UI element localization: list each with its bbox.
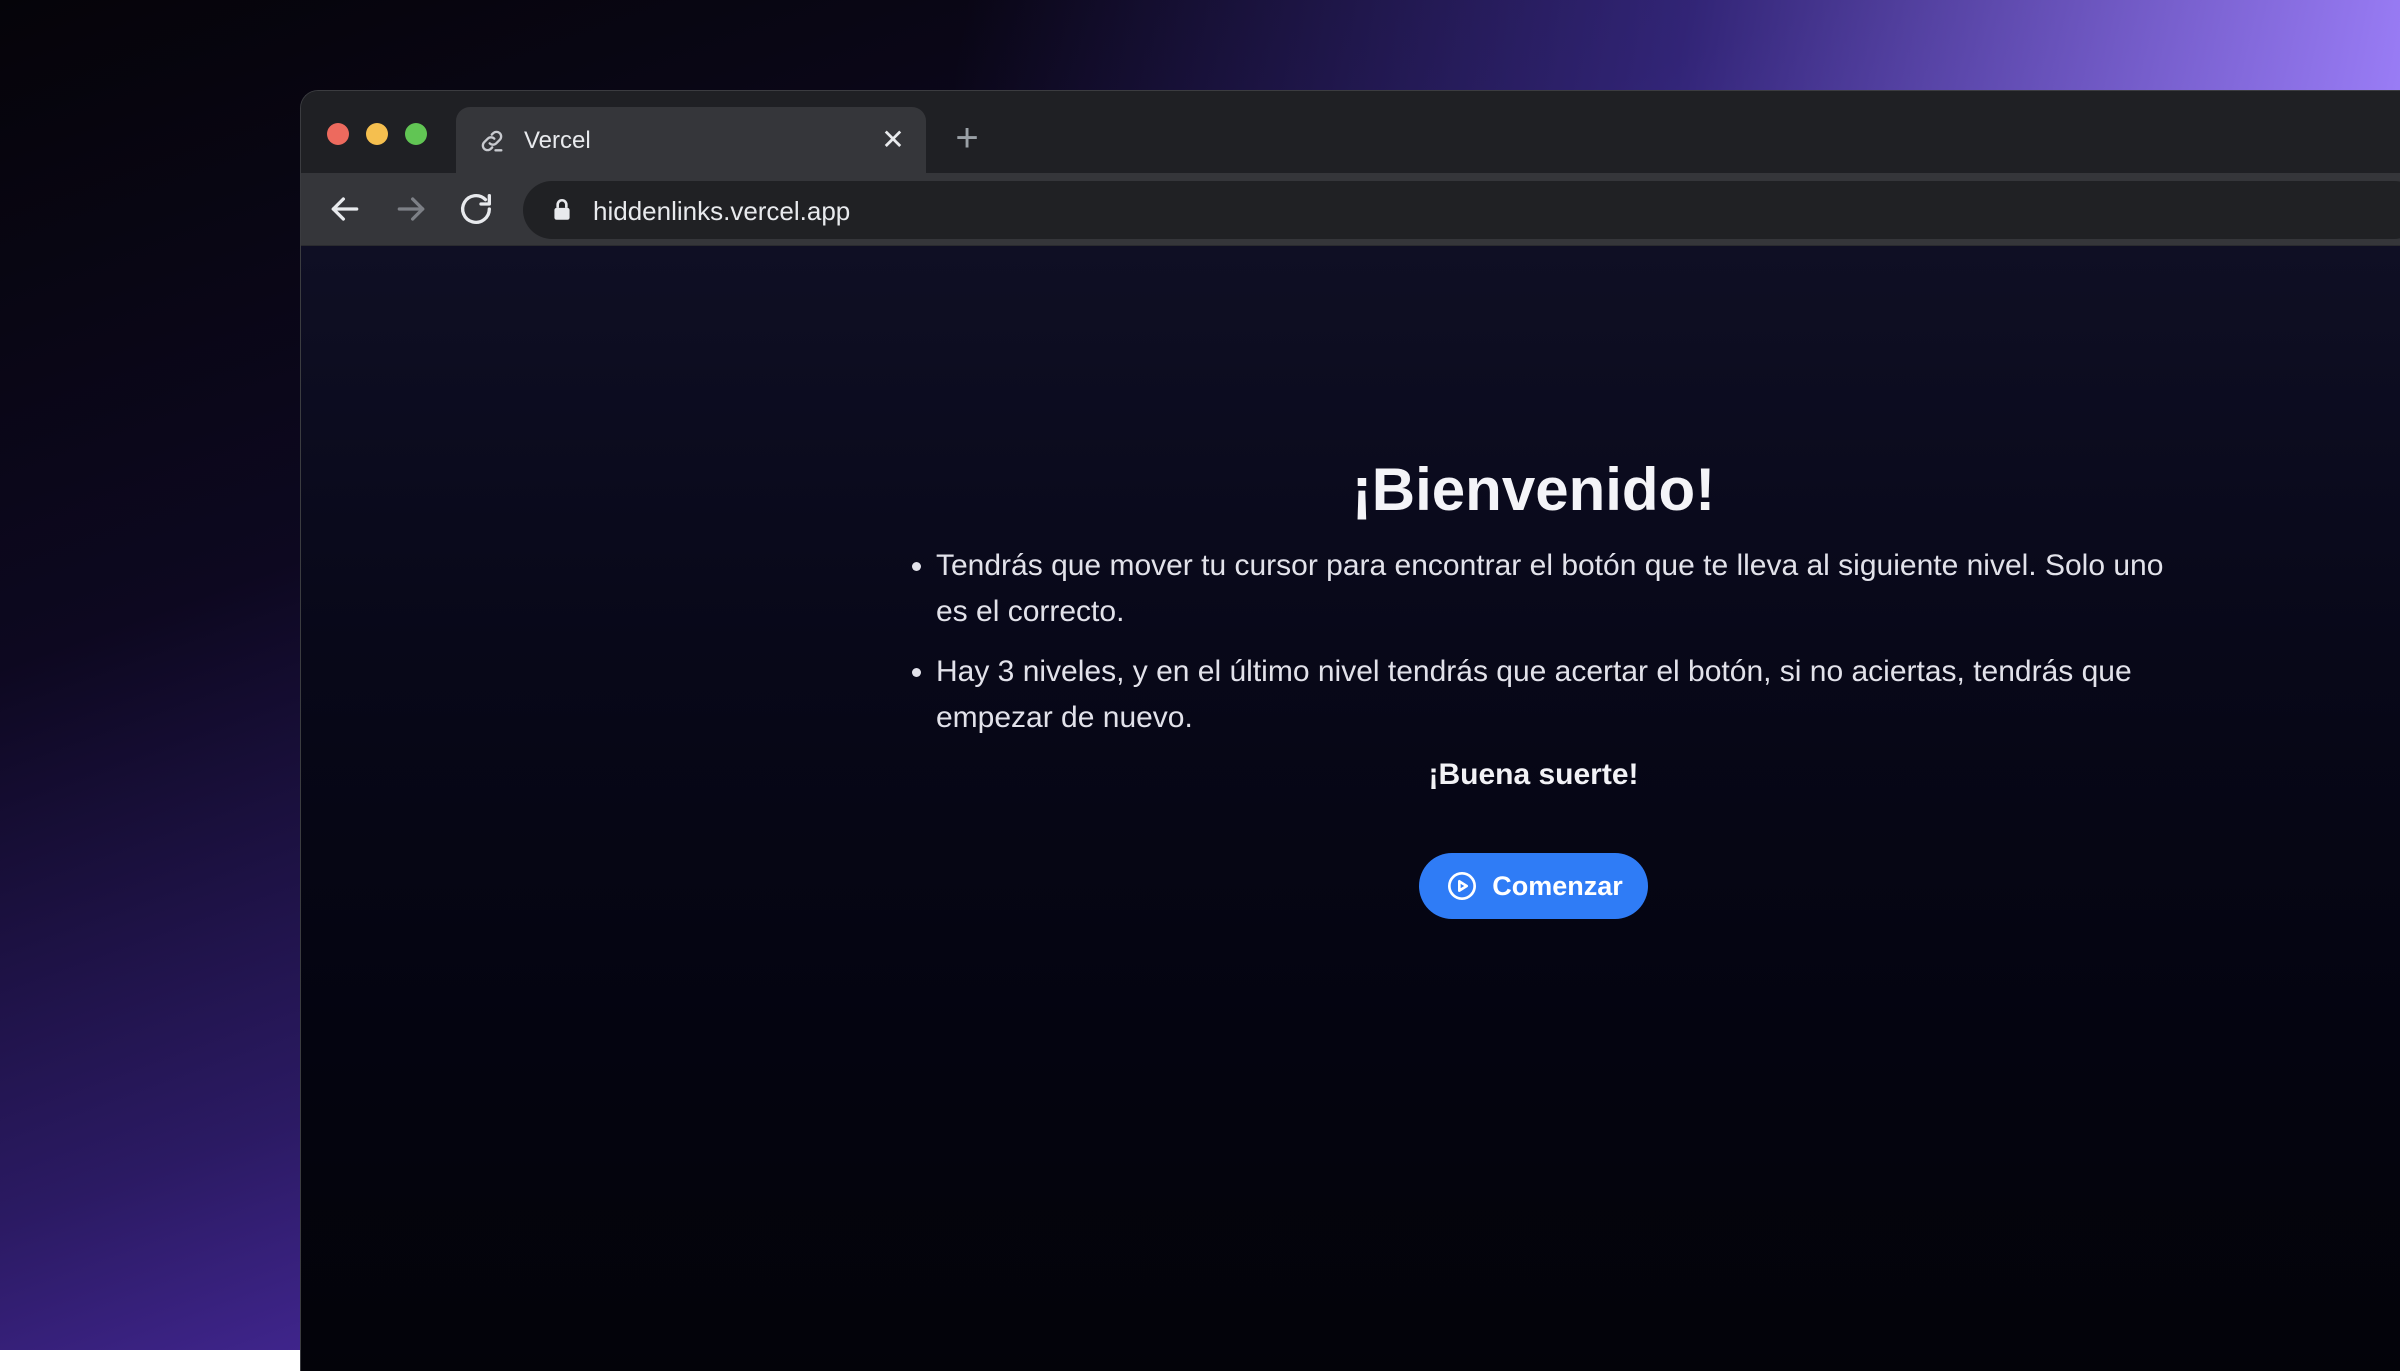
tab-close-icon[interactable]: ✕ [878, 125, 908, 155]
good-luck-text: ¡Buena suerte! [1428, 758, 1639, 791]
page-content: ¡Bienvenido! Tendrás que mover tu cursor… [301, 246, 2400, 1371]
start-button[interactable]: Comenzar [1419, 853, 1648, 919]
start-button-container: Comenzar [876, 853, 2191, 919]
forward-arrow-icon[interactable] [391, 189, 431, 229]
browser-toolbar: hiddenlinks.vercel.app [301, 173, 2400, 246]
tab-strip: Vercel ✕ + [301, 91, 2400, 173]
start-button-label: Comenzar [1492, 870, 1623, 901]
link-icon [478, 127, 506, 155]
window-close-button[interactable] [327, 123, 349, 145]
tab-vercel[interactable]: Vercel ✕ [456, 107, 926, 173]
tab-title: Vercel [524, 127, 591, 154]
window-maximize-button[interactable] [405, 123, 427, 145]
lock-icon[interactable] [549, 197, 575, 223]
rule-item: Hay 3 niveles, y en el último nivel tend… [936, 649, 2191, 741]
welcome-panel: ¡Bienvenido! Tendrás que mover tu cursor… [876, 451, 2191, 919]
url-text[interactable]: hiddenlinks.vercel.app [593, 196, 850, 226]
rule-item: Tendrás que mover tu cursor para encontr… [936, 543, 2191, 635]
window-minimize-button[interactable] [366, 123, 388, 145]
play-circle-icon [1446, 870, 1478, 902]
rules-list: Tendrás que mover tu cursor para encontr… [876, 543, 2191, 741]
page-title: ¡Bienvenido! [1351, 456, 1716, 523]
back-arrow-icon[interactable] [325, 189, 365, 229]
new-tab-button[interactable]: + [949, 118, 985, 158]
address-bar[interactable]: hiddenlinks.vercel.app [523, 181, 2400, 239]
browser-window: Vercel ✕ + hiddenlinks.vercel.app ¡Bienv… [300, 90, 2400, 1371]
reload-icon[interactable] [456, 189, 496, 229]
